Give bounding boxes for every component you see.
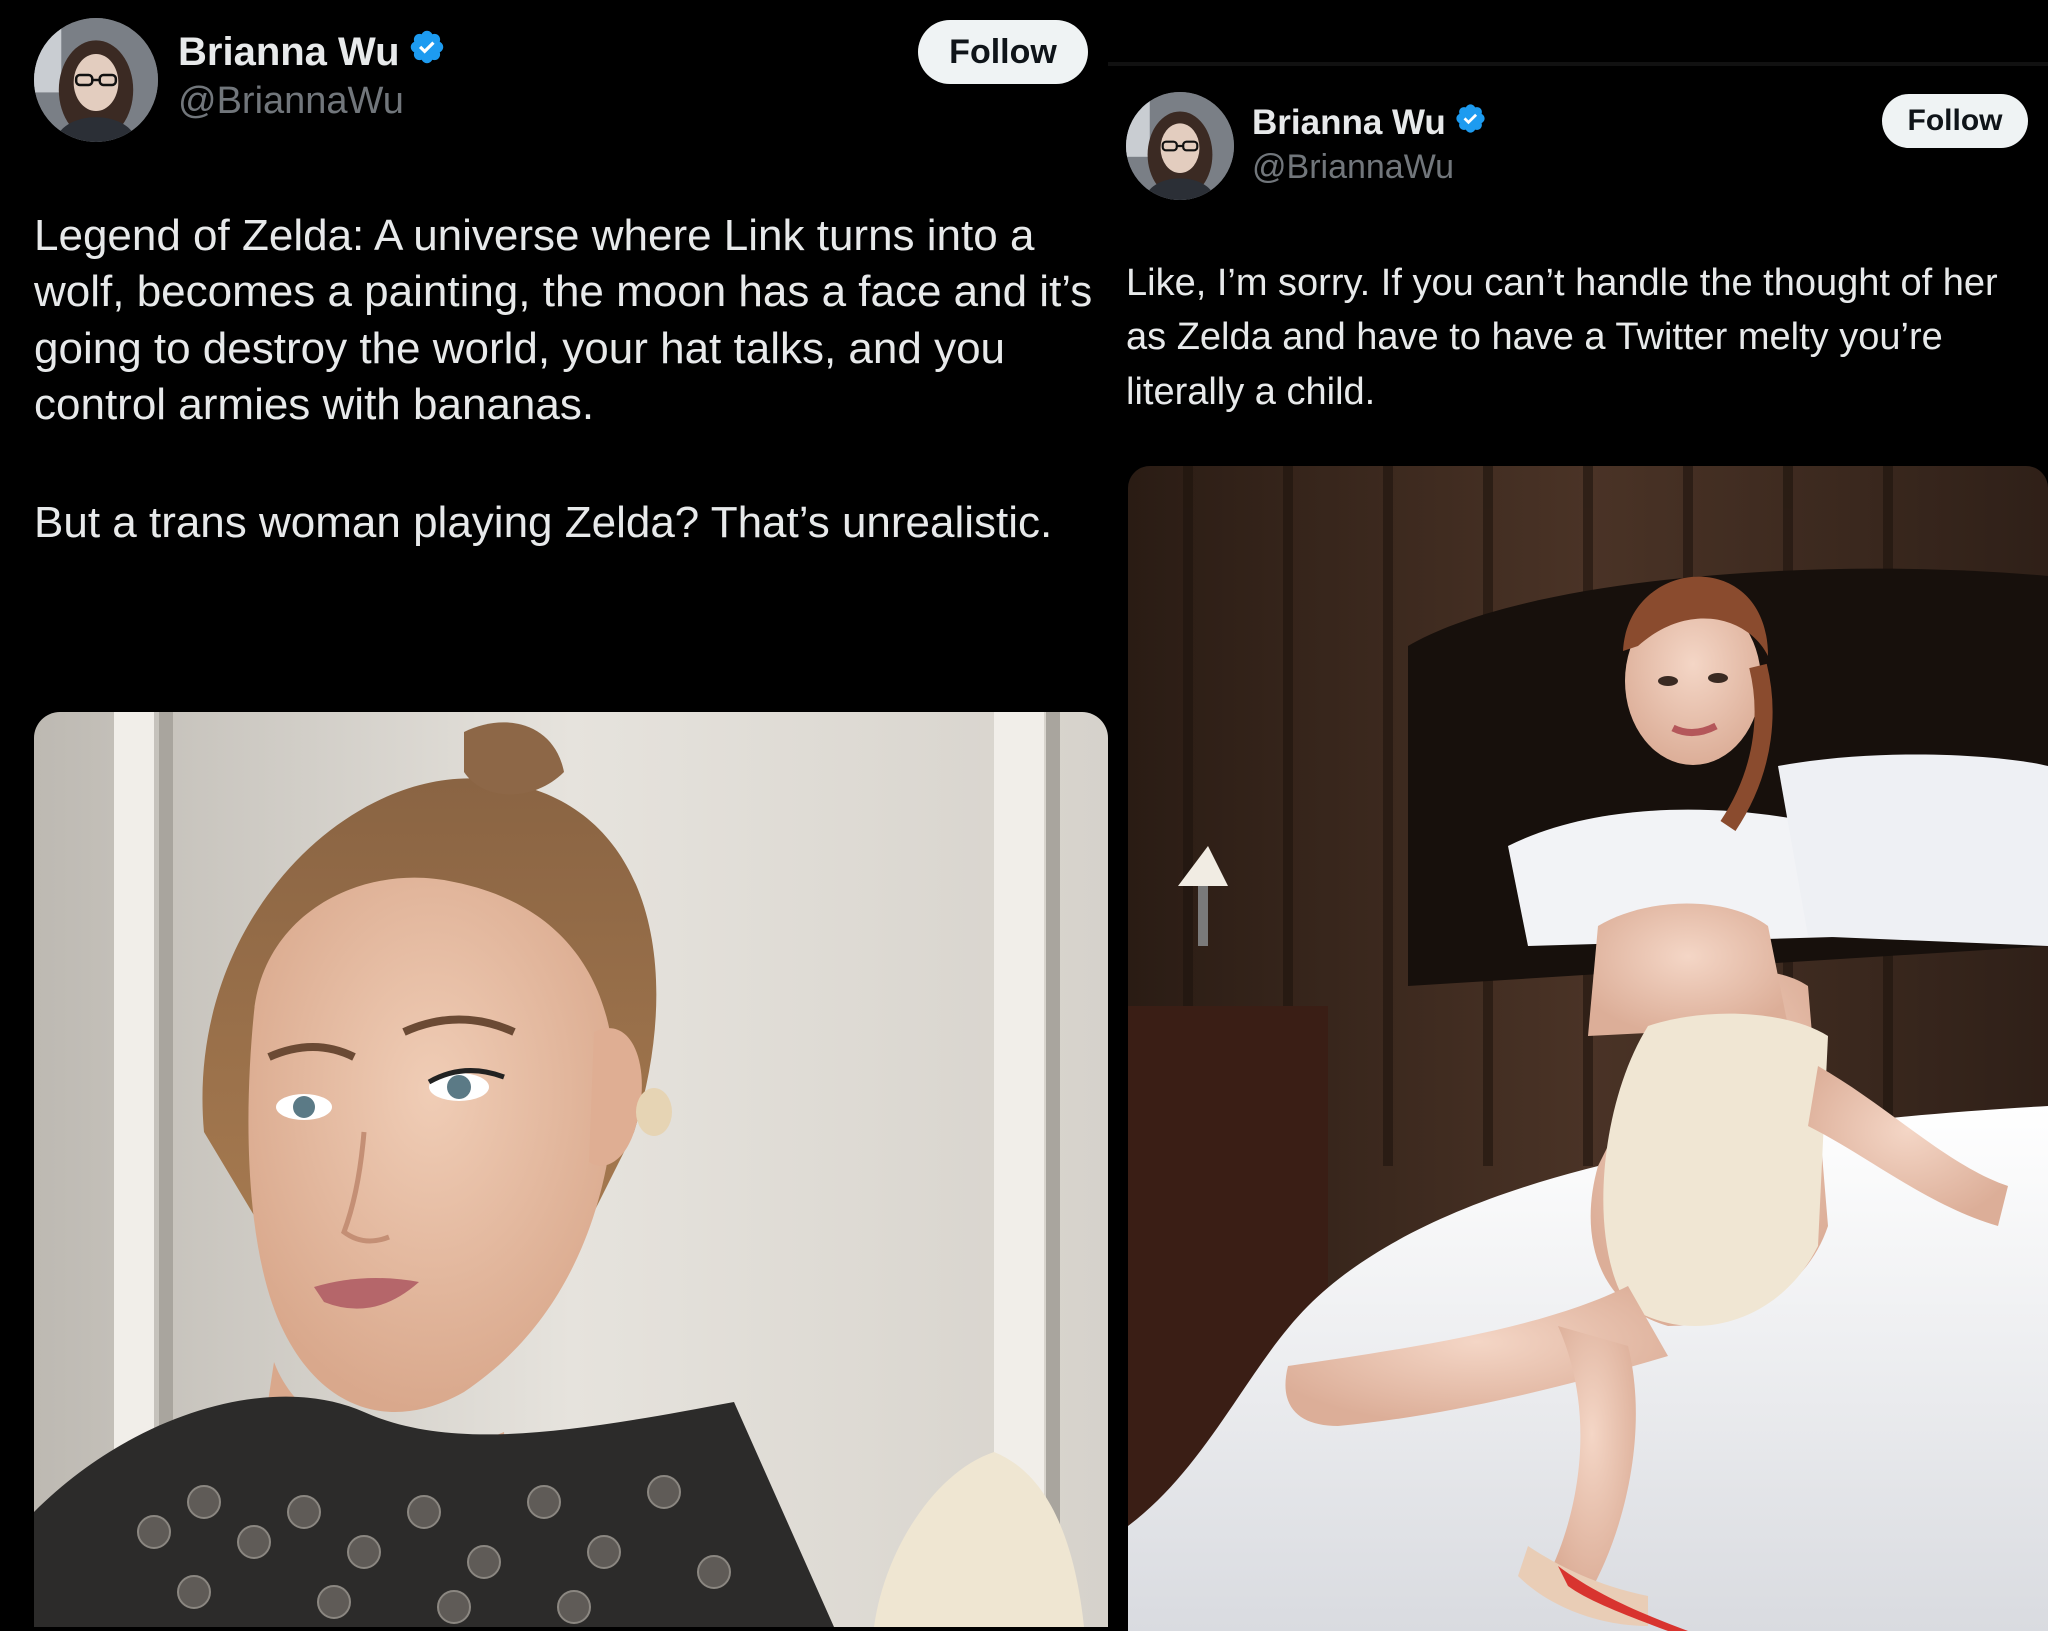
author-name[interactable]: Brianna Wu — [1252, 103, 1446, 143]
photo-portrait-image — [34, 712, 1108, 1627]
author-name[interactable]: Brianna Wu — [178, 30, 400, 75]
tweet-paragraph: But a trans woman playing Zelda? That’s … — [34, 498, 1053, 548]
author-handle[interactable]: @BriannaWu — [1252, 148, 1454, 187]
tweet-text: Legend of Zelda: A universe where Link t… — [34, 208, 1094, 552]
tweet-text: Like, I’m sorry. If you can’t handle the… — [1126, 256, 2026, 419]
tweet-paragraph: Like, I’m sorry. If you can’t handle the… — [1126, 262, 1998, 413]
author-name-row: Brianna Wu — [178, 28, 446, 76]
verified-badge-icon — [1454, 102, 1487, 144]
tweet-paragraph: Legend of Zelda: A universe where Link t… — [34, 211, 1093, 429]
verified-badge-icon — [408, 28, 446, 76]
tweet-photo[interactable] — [34, 712, 1108, 1627]
tweet-right: Brianna Wu @BriannaWu Follow Like, I’m s… — [1108, 62, 2048, 1631]
tweet-left: Brianna Wu @BriannaWu Follow Legend of Z… — [0, 0, 1108, 1627]
avatar-image — [34, 18, 158, 142]
follow-button[interactable]: Follow — [918, 20, 1088, 84]
photo-bedroom-image — [1128, 466, 2048, 1631]
author-handle[interactable]: @BriannaWu — [178, 80, 404, 123]
avatar-image — [1126, 92, 1234, 200]
author-avatar[interactable] — [34, 18, 158, 142]
author-avatar[interactable] — [1126, 92, 1234, 200]
author-name-row: Brianna Wu — [1252, 102, 1487, 144]
follow-button[interactable]: Follow — [1882, 94, 2028, 148]
tweet-photo[interactable] — [1128, 466, 2048, 1631]
